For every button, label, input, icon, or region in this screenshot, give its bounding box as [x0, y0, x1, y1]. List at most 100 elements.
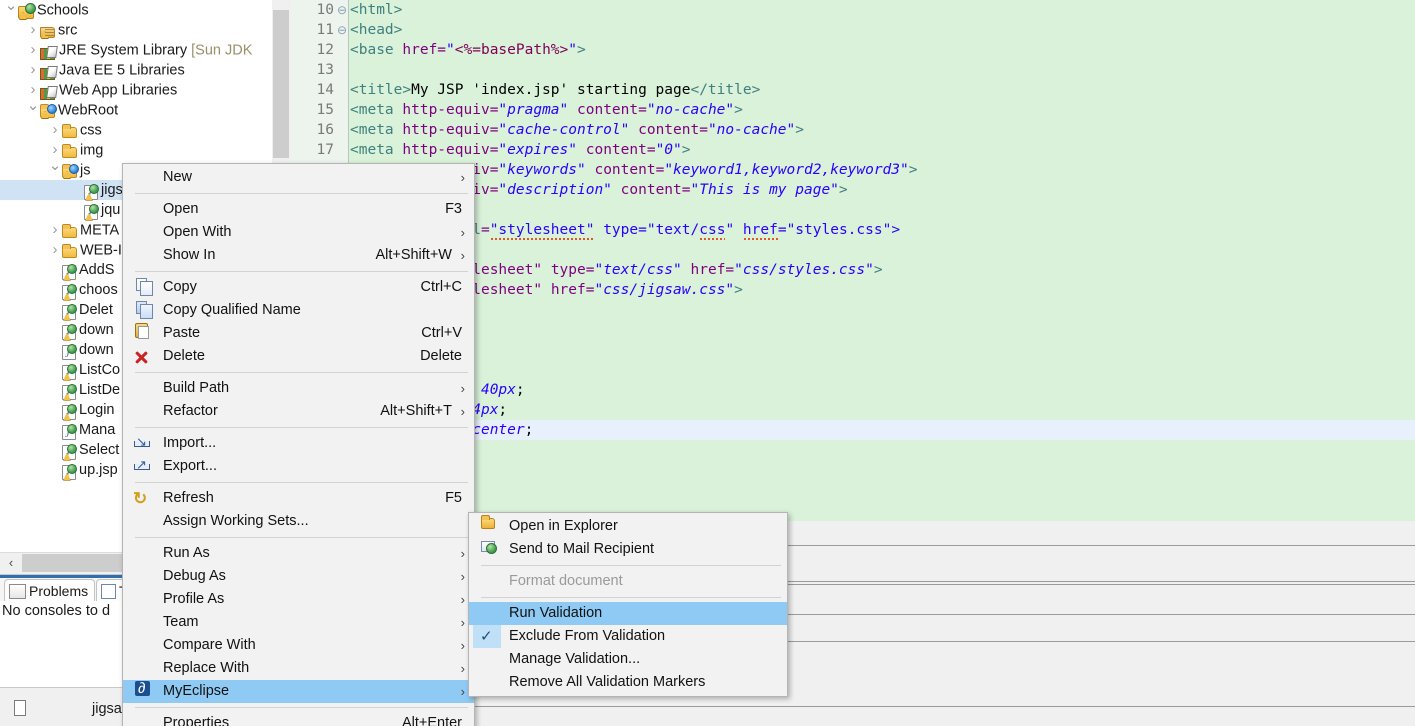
- menu-item-show-in[interactable]: Show In Alt+Shift+W ›: [123, 244, 474, 267]
- menu-item-delete[interactable]: Delete Delete: [123, 345, 474, 368]
- menu-item-open[interactable]: Open F3: [123, 198, 474, 221]
- jsp-file-icon: [84, 183, 99, 205]
- menu-item-send-to-mail-recipient[interactable]: Send to Mail Recipient: [469, 538, 787, 561]
- menu-item-assign-working-sets[interactable]: Assign Working Sets...: [123, 510, 474, 533]
- menu-item-manage-validation[interactable]: Manage Validation...: [469, 648, 787, 671]
- chevron-right-icon[interactable]: [48, 120, 62, 141]
- menu-item-exclude-from-validation[interactable]: Exclude From Validation: [469, 625, 787, 648]
- menu-item-refactor[interactable]: Refactor Alt+Shift+T ›: [123, 400, 474, 423]
- tree-item-schools[interactable]: Schools: [0, 0, 272, 20]
- chevron-right-icon[interactable]: [26, 20, 40, 41]
- menu-item-team[interactable]: Team ›: [123, 611, 474, 634]
- menu-item-label: Manage Validation...: [509, 651, 641, 667]
- menu-item-remove-all-validation-markers[interactable]: Remove All Validation Markers: [469, 671, 787, 694]
- code-line[interactable]: <meta http-equiv="cache-control" content…: [350, 120, 804, 140]
- menu-item-properties[interactable]: Properties Alt+Enter: [123, 712, 474, 726]
- jsp-file-icon: [62, 383, 77, 405]
- tree-item-label: Login: [79, 402, 115, 419]
- code-token: "styles.css">: [786, 222, 901, 238]
- code-token: "css/styles.css": [734, 262, 874, 278]
- chevron-right-icon: ›: [460, 615, 465, 630]
- code-token: content=: [638, 122, 708, 138]
- fold-toggle-icon[interactable]: ⊖: [336, 20, 348, 40]
- code-line[interactable]: <meta http-equiv="pragma" content="no-ca…: [350, 100, 743, 120]
- menu-separator: [135, 193, 468, 194]
- menu-item-compare-with[interactable]: Compare With ›: [123, 634, 474, 657]
- menu-item-myeclipse[interactable]: MyEclipse ›: [123, 677, 474, 703]
- menu-item-shortcut: Delete: [420, 348, 462, 364]
- code-token: >: [577, 42, 586, 58]
- library-icon: [40, 67, 56, 80]
- code-line[interactable]: <head>: [350, 20, 402, 40]
- chevron-right-icon: ›: [460, 225, 465, 240]
- explorer-vertical-scroll-thumb[interactable]: [273, 10, 289, 158]
- chevron-right-icon[interactable]: [48, 220, 62, 241]
- menu-item-copy[interactable]: Copy Ctrl+C: [123, 276, 474, 299]
- code-token: "text/css": [594, 262, 682, 278]
- code-token: =: [777, 222, 787, 238]
- warning-badge-icon: [41, 111, 49, 119]
- code-token: "no-cache": [646, 102, 735, 118]
- code-token: "stylesheet": [489, 222, 595, 242]
- tab-problems-label: Problems: [29, 583, 89, 599]
- tree-item-css[interactable]: css: [0, 120, 272, 140]
- library-icon: [40, 47, 56, 60]
- menu-item-label: Remove All Validation Markers: [509, 674, 706, 690]
- menu-item-replace-with[interactable]: Replace With ›: [123, 657, 474, 680]
- tree-item-webroot[interactable]: WebRoot: [0, 100, 272, 120]
- editor-tab-jigsaw[interactable]: jigsaw.j: [14, 698, 139, 720]
- jsp-tab-icon: [14, 700, 26, 717]
- menu-item-label: Format document: [509, 573, 623, 589]
- menu-item-copy-qualified-name[interactable]: Copy Qualified Name: [123, 299, 474, 322]
- tree-item-jre-system-library[interactable]: JRE System Library [Sun JDK: [0, 40, 272, 60]
- menu-item-import[interactable]: Import...: [123, 430, 474, 455]
- fold-toggle-icon[interactable]: ⊖: [336, 0, 348, 20]
- chevron-down-icon[interactable]: [4, 0, 18, 21]
- code-token: content=: [577, 102, 647, 118]
- menu-item-export[interactable]: Export...: [123, 453, 474, 478]
- code-line[interactable]: <html>: [350, 0, 402, 20]
- tab-problems[interactable]: Problems: [4, 579, 96, 601]
- myeclipse-submenu[interactable]: Open in Explorer Send to Mail Recipient Fo…: [468, 512, 788, 697]
- menu-item-run-validation[interactable]: Run Validation: [469, 602, 787, 625]
- code-line[interactable]: <title>My JSP 'index.jsp' starting page<…: [350, 80, 760, 100]
- menu-item-debug-as[interactable]: Debug As ›: [123, 565, 474, 588]
- tree-item-src[interactable]: src: [0, 20, 272, 40]
- scroll-left-arrow-icon[interactable]: ‹: [0, 554, 22, 572]
- menu-item-build-path[interactable]: Build Path ›: [123, 377, 474, 400]
- menu-item-shortcut: F5: [445, 490, 462, 506]
- chevron-down-icon[interactable]: [26, 100, 40, 121]
- jsp-file-icon: [62, 363, 77, 385]
- menu-item-open-with[interactable]: Open With ›: [123, 221, 474, 244]
- tree-item-java-ee-5-libraries[interactable]: Java EE 5 Libraries: [0, 60, 272, 80]
- code-line[interactable]: <base href="<%=basePath%>">: [350, 40, 586, 60]
- project-context-menu[interactable]: New › Open F3 Open With › Show In Alt+Shift+W › C…: [122, 163, 475, 726]
- chevron-right-icon[interactable]: [48, 240, 62, 261]
- menu-item-shortcut: Alt+Enter: [401, 715, 462, 726]
- tree-item-img[interactable]: img: [0, 140, 272, 160]
- tree-item-label: Delet: [79, 302, 113, 319]
- code-token: content=: [594, 162, 665, 178]
- menu-item-label: Run Validation: [509, 605, 603, 621]
- menu-item-paste[interactable]: Paste Ctrl+V: [123, 322, 474, 345]
- menu-item-new[interactable]: New ›: [123, 166, 474, 189]
- menu-item-profile-as[interactable]: Profile As ›: [123, 588, 474, 611]
- chevron-right-icon[interactable]: [26, 40, 40, 61]
- menu-item-open-in-explorer[interactable]: Open in Explorer: [469, 515, 787, 538]
- chevron-down-icon[interactable]: [48, 160, 62, 181]
- menu-item-refresh[interactable]: Refresh F5: [123, 487, 474, 510]
- menu-item-run-as[interactable]: Run As ›: [123, 542, 474, 565]
- code-token: content=: [585, 142, 656, 158]
- tree-item-web-app-libraries[interactable]: Web App Libraries: [0, 80, 272, 100]
- code-token: center: [472, 422, 525, 438]
- chevron-right-icon: ›: [460, 569, 465, 584]
- code-line[interactable]: <meta http-equiv="expires" content="0">: [350, 140, 691, 160]
- code-token: ": [446, 42, 455, 58]
- jsp-file-icon: [84, 203, 99, 225]
- menu-item-label: Paste: [163, 325, 201, 341]
- menu-item-label: Profile As: [163, 591, 225, 607]
- code-token: <meta: [350, 122, 403, 138]
- chevron-right-icon[interactable]: [26, 60, 40, 81]
- menu-separator: [135, 271, 468, 272]
- code-token: <head>: [350, 22, 403, 38]
